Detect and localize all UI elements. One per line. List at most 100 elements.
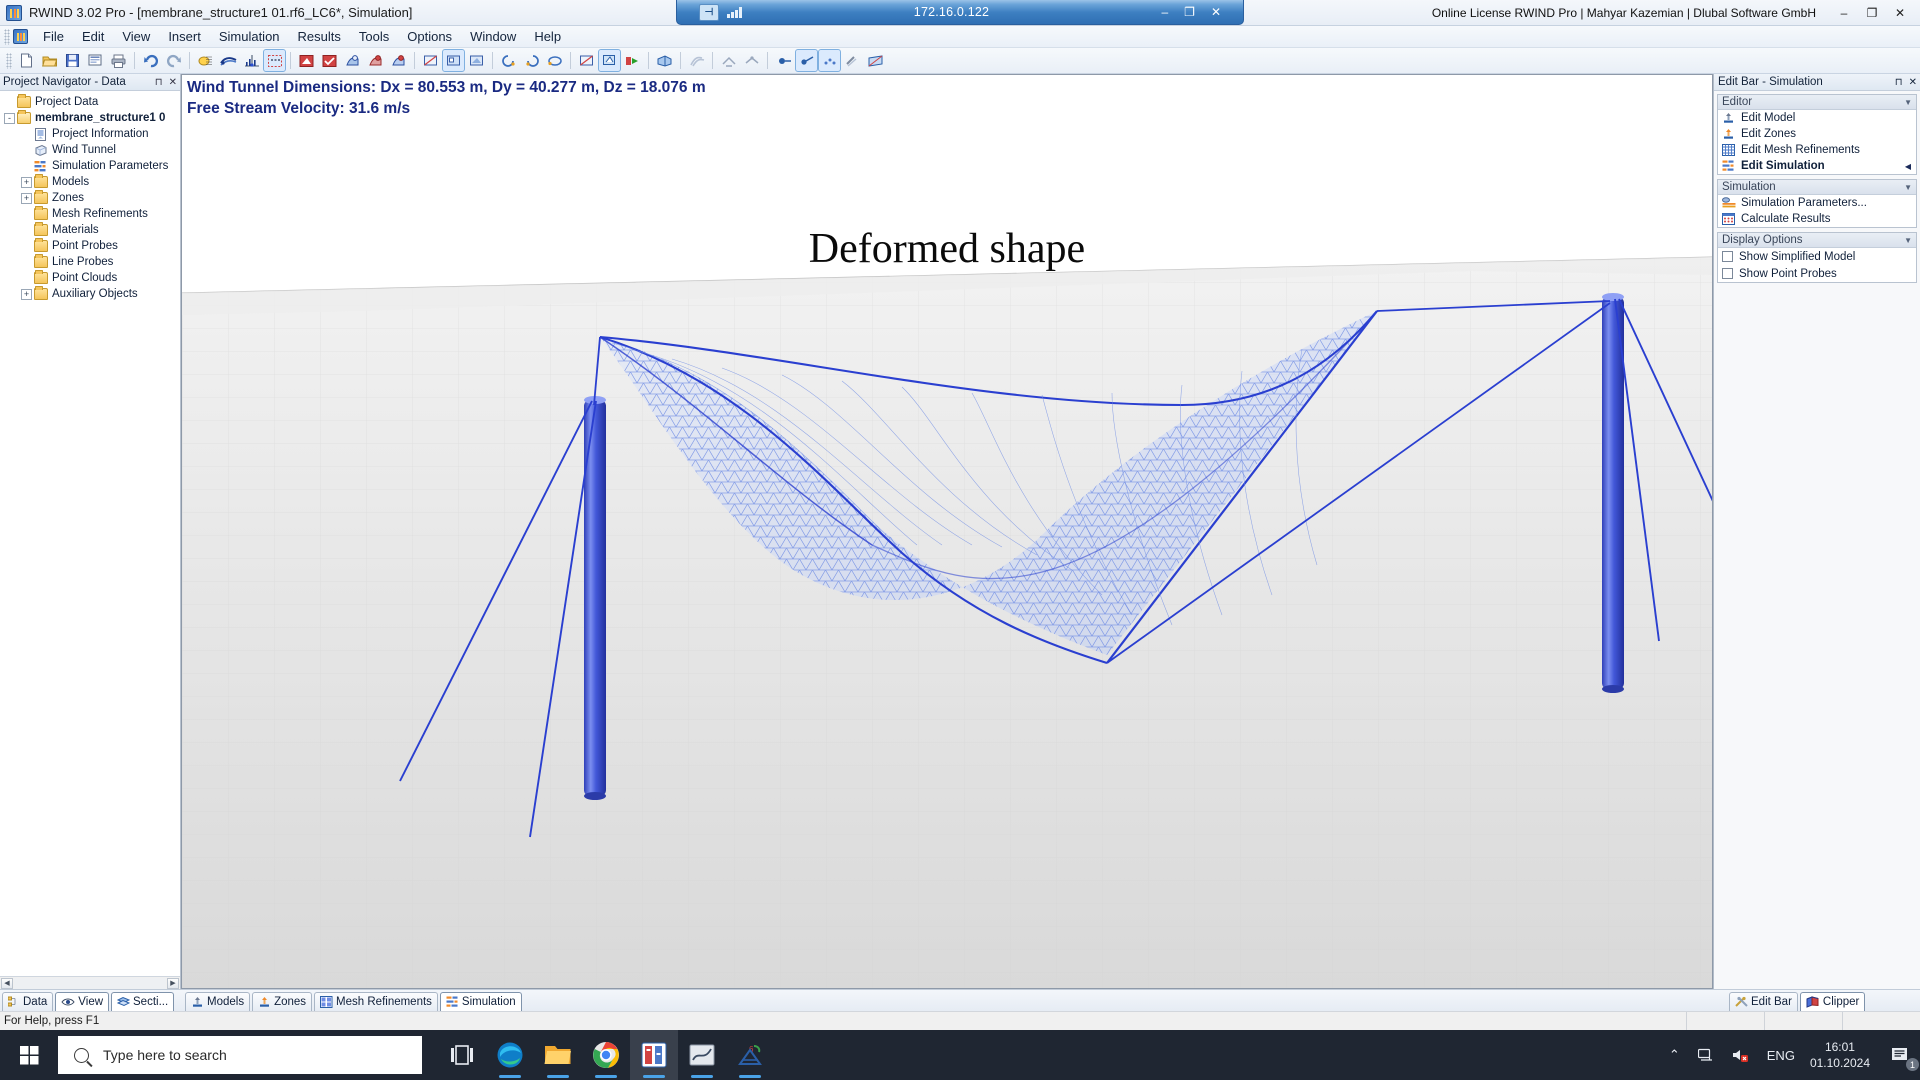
group-header[interactable]: Simulation ▼ (1718, 180, 1916, 195)
run-simulation-icon[interactable] (622, 50, 643, 71)
search-input[interactable]: Type here to search (58, 1036, 422, 1074)
3d-viewport[interactable]: Wind Tunnel Dimensions: Dx = 80.553 m, D… (181, 74, 1713, 989)
menu-help[interactable]: Help (525, 27, 570, 46)
tab-edit-bar[interactable]: Edit Bar (1729, 992, 1798, 1011)
tree-item-wind-tunnel[interactable]: Wind Tunnel (0, 142, 180, 158)
microsoft-edge-icon[interactable] (486, 1030, 534, 1080)
tree-item-project-information[interactable]: Project Information (0, 126, 180, 142)
checkbox-row-show-point-probes[interactable]: Show Point Probes (1718, 265, 1916, 282)
new-file-icon[interactable] (16, 50, 37, 71)
menu-view[interactable]: View (113, 27, 159, 46)
menu-options[interactable]: Options (398, 27, 461, 46)
edit-bar-item-edit-simulation[interactable]: Edit Simulation ◀ (1718, 158, 1916, 174)
tree-item-auxiliary-objects[interactable]: + Auxiliary Objects (0, 286, 180, 302)
toolbar-grip-handle[interactable] (6, 52, 12, 69)
task-view-icon[interactable] (438, 1030, 486, 1080)
edit-bar-item-edit-mesh-refinements[interactable]: Edit Mesh Refinements (1718, 142, 1916, 158)
clipper-icon[interactable] (654, 50, 675, 71)
isosurface-icon[interactable] (718, 50, 739, 71)
pin-icon[interactable]: ⊓ (152, 77, 166, 88)
menu-simulation[interactable]: Simulation (210, 27, 289, 46)
save-icon[interactable] (62, 50, 83, 71)
menu-tools[interactable]: Tools (350, 27, 398, 46)
edit-bar-item-edit-zones[interactable]: Edit Zones (1718, 126, 1916, 142)
edit-bar-item-simulation-parameters[interactable]: Simulation Parameters... (1718, 195, 1916, 211)
rotate-3d-icon[interactable] (544, 50, 565, 71)
rfem-results-icon[interactable] (678, 1030, 726, 1080)
google-chrome-icon[interactable] (582, 1030, 630, 1080)
tab-clipper[interactable]: Clipper (1799, 992, 1866, 1011)
edit-bar-item-edit-model[interactable]: Edit Model (1718, 110, 1916, 126)
scroll-left-arrow[interactable]: ◀ (1, 977, 13, 989)
file-explorer-icon[interactable] (534, 1030, 582, 1080)
close-button[interactable]: ✕ (1886, 1, 1914, 25)
chevron-down-icon[interactable]: ▼ (1904, 98, 1912, 107)
tree-item-mesh-refinements[interactable]: Mesh Refinements (0, 206, 180, 222)
navigator-horizontal-scrollbar[interactable]: ◀ ▶ (0, 976, 180, 989)
edit-bar-item-calculate-results[interactable]: Calculate Results (1718, 211, 1916, 227)
close-icon[interactable]: ✕ (1906, 77, 1920, 88)
section-plane-icon[interactable] (741, 50, 762, 71)
tree-item-simulation-parameters[interactable]: Simulation Parameters (0, 158, 180, 174)
axes-icon[interactable] (241, 50, 262, 71)
tree-item-point-clouds[interactable]: Point Clouds (0, 270, 180, 286)
measure-icon[interactable] (842, 50, 863, 71)
render-wire-icon[interactable] (420, 50, 441, 71)
render-shaded-icon[interactable] (466, 50, 487, 71)
results-view-icon[interactable] (342, 50, 363, 71)
network-icon[interactable] (1689, 1048, 1723, 1062)
menu-file[interactable]: File (34, 27, 73, 46)
tray-chevron-up-icon[interactable]: ⌃ (1660, 1047, 1689, 1063)
streamlines-icon[interactable] (686, 50, 707, 71)
rdp-minimize-button[interactable]: – (1161, 5, 1168, 19)
tree-item-membrane-structure1-0[interactable]: - membrane_structure1 0 (0, 110, 180, 126)
group-header[interactable]: Editor ▼ (1718, 95, 1916, 110)
menu-results[interactable]: Results (289, 27, 350, 46)
project-data-tree[interactable]: Project Data - membrane_structure1 0 Projec… (0, 91, 180, 976)
language-indicator[interactable]: ENG (1758, 1048, 1804, 1063)
tree-item-line-probes[interactable]: Line Probes (0, 254, 180, 270)
rdp-restore-button[interactable]: ❐ (1184, 5, 1195, 19)
checkbox-icon[interactable] (1722, 251, 1733, 262)
chevron-down-icon[interactable]: ▼ (1904, 183, 1912, 192)
rwind-taskbar-icon[interactable] (630, 1030, 678, 1080)
zones-view-icon[interactable] (319, 50, 340, 71)
group-header[interactable]: Display Options ▼ (1718, 233, 1916, 248)
restore-button[interactable]: ❐ (1858, 1, 1886, 25)
checkbox-row-show-simplified-model[interactable]: Show Simplified Model (1718, 248, 1916, 265)
menu-window[interactable]: Window (461, 27, 525, 46)
pin-icon[interactable]: ⊓ (1892, 77, 1906, 88)
expand-icon[interactable]: + (21, 288, 32, 300)
expand-icon[interactable]: + (21, 176, 32, 188)
save-as-icon[interactable] (85, 50, 106, 71)
collapse-icon[interactable]: - (4, 112, 15, 124)
notifications-icon[interactable]: 1 (1882, 1030, 1920, 1080)
render-solid-icon[interactable] (442, 49, 465, 72)
selection-box-icon[interactable] (263, 49, 286, 72)
tree-item-zones[interactable]: + Zones (0, 190, 180, 206)
tree-item-project-data[interactable]: Project Data (0, 94, 180, 110)
tab-secti[interactable]: Secti... (111, 992, 175, 1011)
pin-icon[interactable]: ⊣ (699, 3, 719, 21)
probe-point-icon[interactable] (773, 50, 794, 71)
rotate-left-icon[interactable] (498, 50, 519, 71)
results-red-icon[interactable] (365, 50, 386, 71)
chevron-down-icon[interactable]: ▼ (1904, 236, 1912, 245)
menu-edit[interactable]: Edit (73, 27, 113, 46)
print-icon[interactable] (108, 50, 129, 71)
rdp-close-button[interactable]: ✕ (1211, 5, 1221, 19)
open-folder-icon[interactable] (39, 50, 60, 71)
model-view-icon[interactable] (296, 50, 317, 71)
tree-item-materials[interactable]: Materials (0, 222, 180, 238)
probe-cloud-icon[interactable] (818, 49, 841, 72)
tab-zones[interactable]: Zones (252, 992, 313, 1011)
menu-grip-handle[interactable] (4, 28, 10, 45)
mesh-generate-icon[interactable] (195, 50, 216, 71)
zoom-window-icon[interactable] (576, 50, 597, 71)
tab-data[interactable]: Data (2, 992, 54, 1011)
tree-item-point-probes[interactable]: Point Probes (0, 238, 180, 254)
wind-tunnel-icon[interactable] (218, 50, 239, 71)
menu-insert[interactable]: Insert (159, 27, 210, 46)
zoom-fit-icon[interactable] (598, 49, 621, 72)
windows-start-icon[interactable] (0, 1030, 58, 1080)
